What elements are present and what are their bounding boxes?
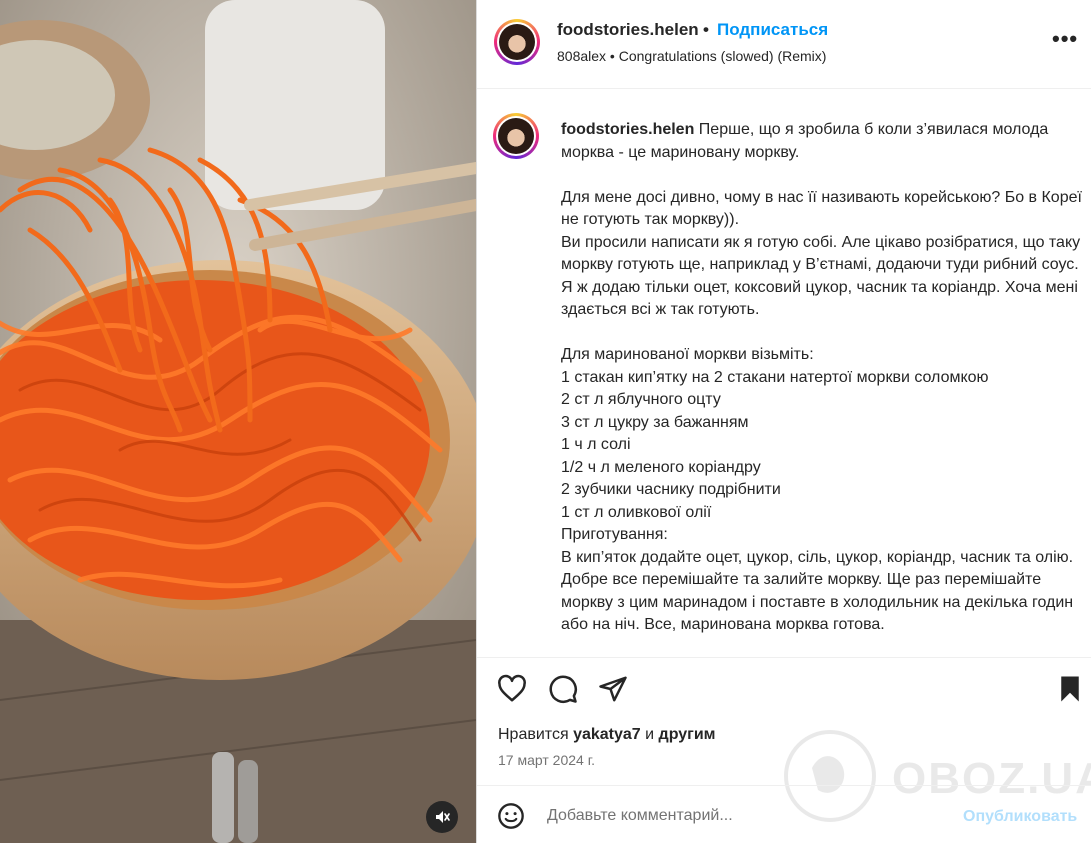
post-date[interactable]: 17 март 2024 г. [498, 752, 595, 768]
bookmark-icon[interactable] [1055, 674, 1085, 704]
share-icon[interactable] [598, 674, 628, 704]
post-actions: Нравится yakatya7 и другим 17 март 2024 … [477, 657, 1091, 785]
likes-line: Нравится yakatya7 и другим [498, 726, 715, 744]
post-comment-button[interactable]: Опубликовать [963, 808, 1077, 826]
heart-icon[interactable] [497, 674, 527, 704]
carrot-salad-image [0, 0, 476, 843]
header-separator: • [703, 20, 709, 39]
likes-prefix: Нравится [498, 726, 569, 743]
comment-icon[interactable] [548, 674, 578, 704]
caption-username[interactable]: foodstories.helen [561, 121, 694, 138]
header-username[interactable]: foodstories.helen [557, 20, 699, 40]
likes-others[interactable]: другим [659, 726, 716, 743]
likes-middle: и [645, 726, 655, 743]
caption-avatar[interactable] [493, 113, 539, 159]
post-header: foodstories.helen • Подписаться 808alex … [477, 0, 1091, 89]
audio-track[interactable]: 808alex • Congratulations (slowed) (Remi… [557, 48, 826, 64]
mute-icon [436, 811, 450, 823]
more-options-icon[interactable]: ••• [1052, 28, 1078, 50]
caption-area[interactable]: foodstories.helen Перше, що я зробила б … [477, 89, 1091, 657]
emoji-icon[interactable] [497, 802, 525, 830]
follow-button[interactable]: Подписаться [717, 20, 828, 40]
likes-user[interactable]: yakatya7 [573, 726, 641, 743]
post-panel: foodstories.helen • Подписаться 808alex … [476, 0, 1091, 843]
post-photo[interactable] [0, 0, 476, 843]
mute-button[interactable] [426, 801, 458, 833]
avatar[interactable] [494, 19, 540, 65]
caption-body: Перше, що я зробила б коли з’явилася мол… [561, 121, 1082, 633]
caption-text: foodstories.helen Перше, що я зробила б … [561, 119, 1089, 637]
comment-bar: Опубликовать [477, 785, 1091, 843]
comment-input[interactable] [545, 800, 949, 832]
